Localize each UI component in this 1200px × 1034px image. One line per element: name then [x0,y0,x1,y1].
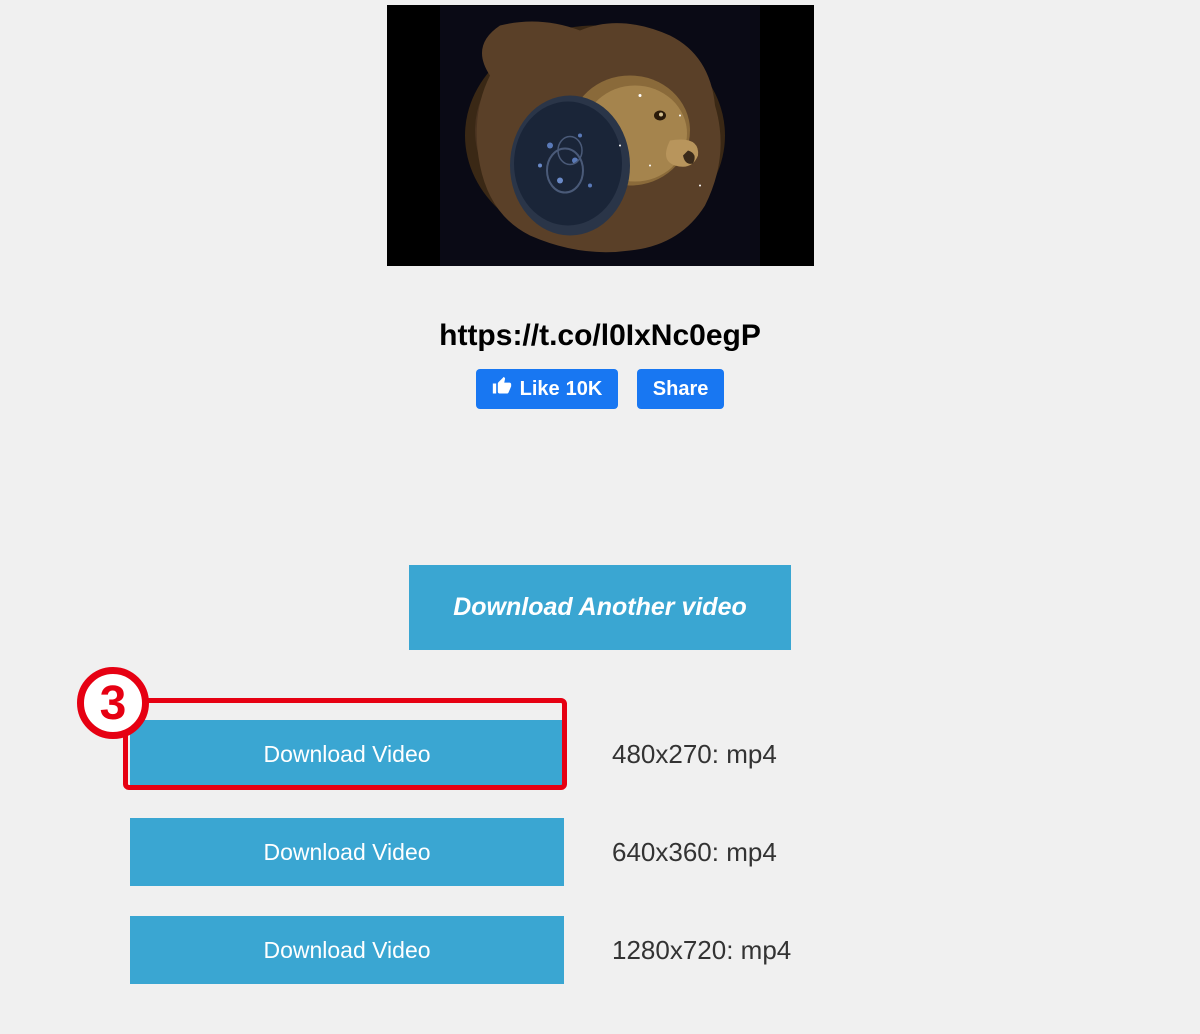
thumbs-up-icon [492,376,512,402]
download-option-row: Download Video 480x270: mp4 [130,720,1200,788]
download-format-label: 1280x720: mp4 [612,935,791,966]
download-format-label: 480x270: mp4 [612,739,777,770]
download-video-button-480[interactable]: Download Video [130,720,564,788]
video-thumbnail [387,5,814,266]
download-format-label: 640x360: mp4 [612,837,777,868]
download-option-row: Download Video 1280x720: mp4 [130,916,1200,984]
step-number-badge: 3 [77,667,149,739]
fb-share-button[interactable]: Share [637,369,725,409]
download-another-button[interactable]: Download Another video [409,565,791,650]
download-video-button-640[interactable]: Download Video [130,818,564,886]
fb-like-button[interactable]: Like 10K [476,369,619,409]
video-url: https://t.co/l0IxNc0egP [0,319,1200,353]
download-option-row: Download Video 640x360: mp4 [130,818,1200,886]
like-count: 10K [566,378,603,401]
share-label: Share [653,378,709,401]
download-video-button-1280[interactable]: Download Video [130,916,564,984]
like-label: Like [520,378,560,401]
